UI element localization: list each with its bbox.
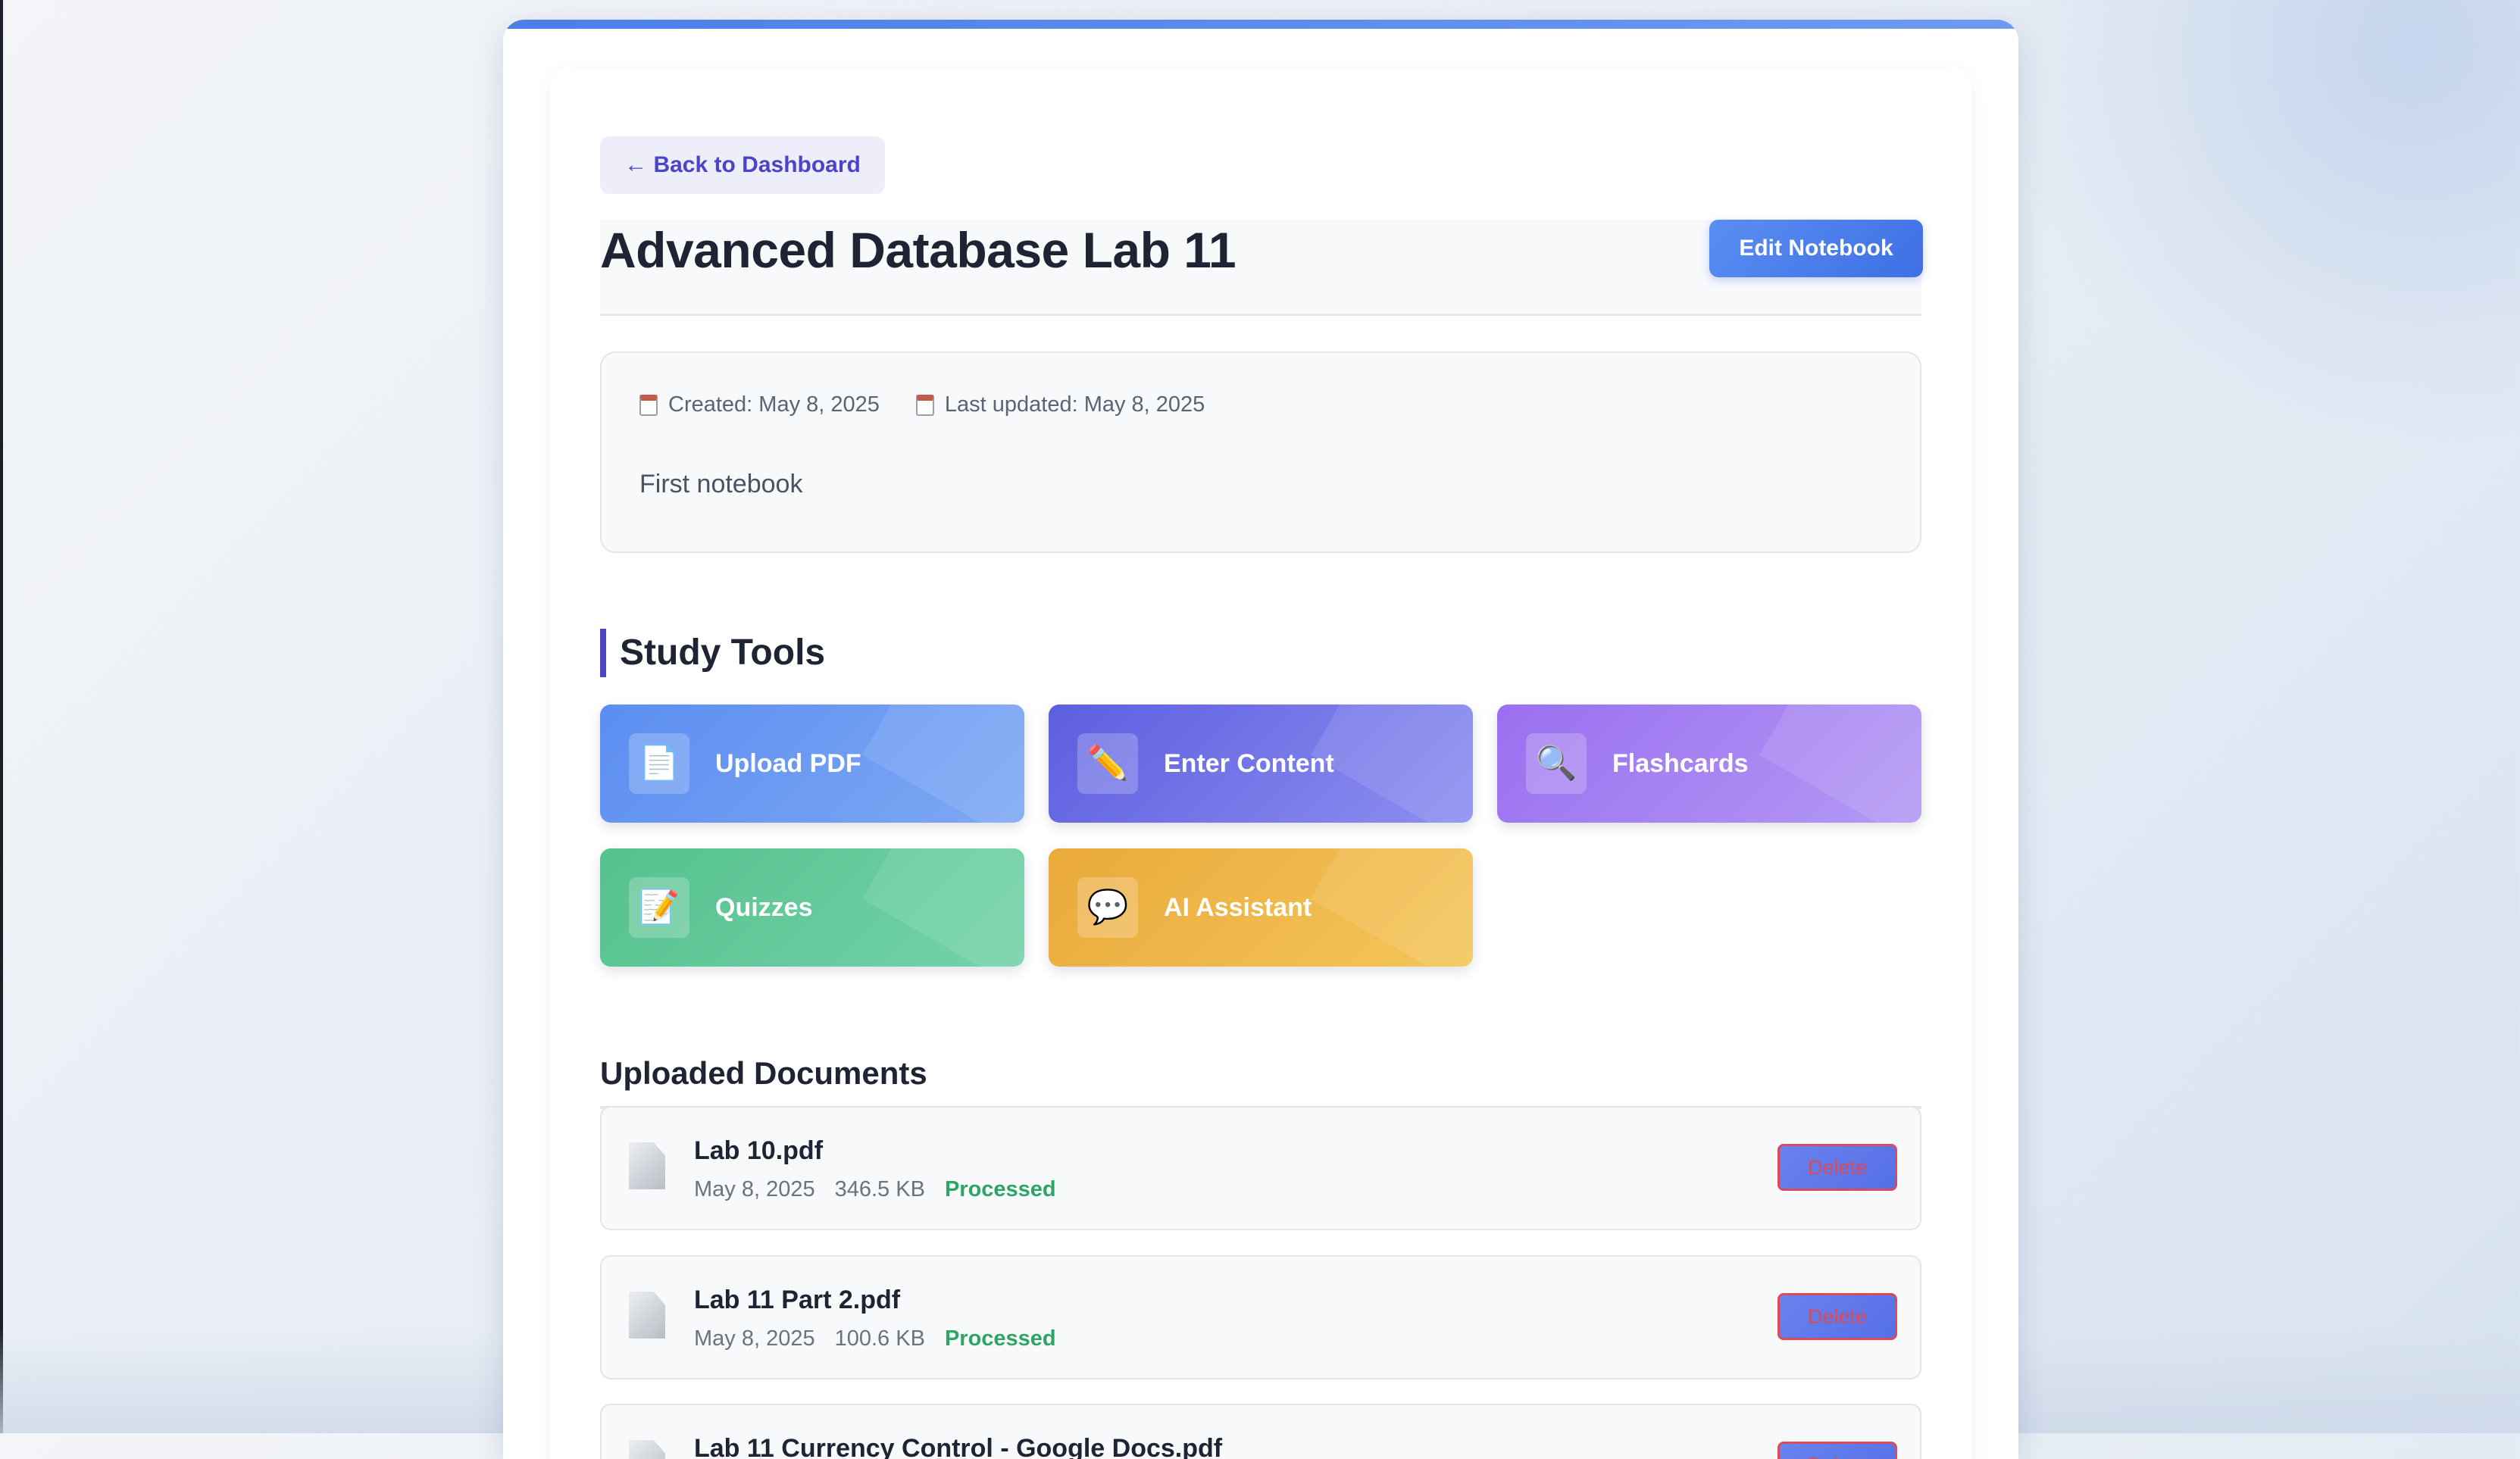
document-name: Lab 11 Currency Control - Google Docs.pd… bbox=[694, 1434, 1222, 1459]
notebook-meta: Created: May 8, 2025 Last updated: May 8… bbox=[639, 392, 1205, 417]
document-status: Processed bbox=[945, 1326, 1056, 1351]
edit-notebook-button[interactable]: Edit Notebook bbox=[1709, 220, 1923, 277]
speech-bubble-icon: 💬 bbox=[1077, 877, 1138, 938]
created-date: Created: May 8, 2025 bbox=[639, 392, 880, 417]
tool-quizzes[interactable]: 📝 Quizzes bbox=[600, 848, 1024, 967]
background-glow bbox=[1990, 0, 2520, 455]
delete-label: Delete bbox=[1808, 1156, 1867, 1179]
tool-ai-assistant[interactable]: 💬 AI Assistant bbox=[1049, 848, 1473, 967]
page-title: Advanced Database Lab 11 bbox=[600, 220, 1236, 280]
file-icon bbox=[629, 1292, 665, 1339]
notebook-header: Advanced Database Lab 11 Edit Notebook bbox=[600, 220, 1921, 316]
page-accent-bar bbox=[503, 20, 2018, 29]
document-row: Lab 10.pdf May 8, 2025 346.5 KB Processe… bbox=[600, 1106, 1921, 1230]
file-icon bbox=[629, 1142, 665, 1189]
delete-button[interactable]: Delete bbox=[1777, 1293, 1897, 1340]
tool-label: Enter Content bbox=[1164, 749, 1334, 779]
notebook-card: ← Back to Dashboard Advanced Database La… bbox=[550, 68, 1971, 1459]
tool-enter-content[interactable]: ✏️ Enter Content bbox=[1049, 705, 1473, 823]
document-meta: May 8, 2025 346.5 KB Processed bbox=[694, 1177, 1056, 1202]
document-meta: May 8, 2025 100.6 KB Processed bbox=[694, 1326, 1056, 1351]
tool-upload-pdf[interactable]: 📄 Upload PDF bbox=[600, 705, 1024, 823]
edit-button-label: Edit Notebook bbox=[1739, 236, 1893, 261]
document-date: May 8, 2025 bbox=[694, 1326, 815, 1351]
magnifier-icon: 🔍 bbox=[1526, 733, 1587, 794]
study-tools-heading: Study Tools bbox=[600, 629, 825, 677]
delete-button[interactable]: Delete bbox=[1777, 1144, 1897, 1191]
back-button-label: ← Back to Dashboard bbox=[624, 152, 861, 178]
back-to-dashboard-button[interactable]: ← Back to Dashboard bbox=[600, 136, 885, 194]
updated-date: Last updated: May 8, 2025 bbox=[916, 392, 1205, 417]
created-text: Created: May 8, 2025 bbox=[668, 392, 880, 417]
pencil-icon: ✏️ bbox=[1077, 733, 1138, 794]
tool-label: AI Assistant bbox=[1164, 893, 1312, 923]
file-icon bbox=[629, 1440, 665, 1459]
document-icon: 📄 bbox=[629, 733, 689, 794]
tool-flashcards[interactable]: 🔍 Flashcards bbox=[1497, 705, 1921, 823]
document-name: Lab 10.pdf bbox=[694, 1136, 823, 1166]
memo-icon: 📝 bbox=[629, 877, 689, 938]
tool-label: Upload PDF bbox=[715, 749, 861, 779]
delete-label: Delete bbox=[1808, 1305, 1867, 1329]
document-date: May 8, 2025 bbox=[694, 1177, 815, 1202]
document-size: 100.6 KB bbox=[835, 1326, 925, 1351]
delete-button[interactable]: Delete bbox=[1777, 1442, 1897, 1459]
document-status: Processed bbox=[945, 1177, 1056, 1202]
tool-label: Flashcards bbox=[1612, 749, 1749, 779]
window-edge bbox=[0, 0, 3, 1433]
notebook-page: ← Back to Dashboard Advanced Database La… bbox=[503, 20, 2018, 1459]
notebook-description: First notebook bbox=[639, 470, 802, 499]
document-row: Lab 11 Part 2.pdf May 8, 2025 100.6 KB P… bbox=[600, 1255, 1921, 1379]
document-size: 346.5 KB bbox=[835, 1177, 925, 1202]
calendar-icon bbox=[916, 395, 934, 416]
uploaded-documents-heading: Uploaded Documents bbox=[600, 1053, 1921, 1109]
calendar-icon bbox=[639, 395, 658, 416]
delete-label: Delete bbox=[1808, 1454, 1867, 1459]
notebook-info-panel: Created: May 8, 2025 Last updated: May 8… bbox=[600, 351, 1921, 553]
document-row: Lab 11 Currency Control - Google Docs.pd… bbox=[600, 1404, 1921, 1459]
updated-text: Last updated: May 8, 2025 bbox=[945, 392, 1205, 417]
document-name: Lab 11 Part 2.pdf bbox=[694, 1286, 900, 1315]
tool-label: Quizzes bbox=[715, 893, 812, 923]
